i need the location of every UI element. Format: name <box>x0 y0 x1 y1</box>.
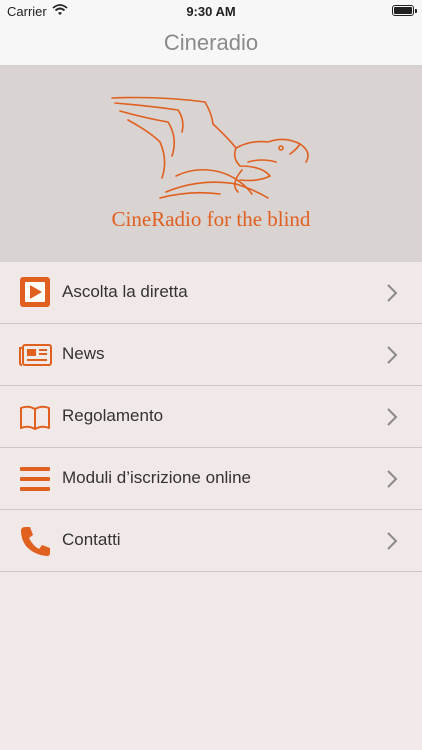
header-banner: CineRadio for the blind <box>0 66 422 262</box>
eagle-logo-icon <box>111 96 309 199</box>
newspaper-icon <box>19 338 53 372</box>
navigation-bar: Cineradio <box>0 22 422 66</box>
menu-item-label: Contatti <box>62 530 121 549</box>
chevron-right-icon <box>386 531 398 551</box>
page-title: Cineradio <box>163 30 259 55</box>
book-icon <box>19 400 53 434</box>
chevron-right-icon <box>386 407 398 427</box>
menu-item-moduli-iscrizione[interactable]: Moduli d’iscrizione online <box>0 448 422 510</box>
menu-item-ascolta-la-diretta[interactable]: Ascolta la diretta <box>0 262 422 324</box>
menu-item-label: Moduli d’iscrizione online <box>62 468 251 487</box>
menu-item-news[interactable]: News <box>0 324 422 386</box>
list-icon <box>19 462 53 496</box>
menu-item-contatti[interactable]: Contatti <box>0 510 422 572</box>
menu-item-label: Ascolta la diretta <box>62 282 188 301</box>
chevron-right-icon <box>386 283 398 303</box>
logo-text: CineRadio for the blind <box>111 207 311 231</box>
chevron-right-icon <box>386 345 398 365</box>
battery-icon <box>392 5 417 16</box>
phone-icon <box>19 524 53 558</box>
main-menu: Ascolta la diretta News Regolamento Modu… <box>0 262 422 572</box>
menu-item-regolamento[interactable]: Regolamento <box>0 386 422 448</box>
play-icon <box>19 276 53 310</box>
status-time: 9:30 AM <box>186 4 236 19</box>
status-bar: Carrier 9:30 AM <box>0 0 422 22</box>
menu-item-label: News <box>62 344 105 363</box>
menu-item-label: Regolamento <box>62 406 164 425</box>
chevron-right-icon <box>386 469 398 489</box>
